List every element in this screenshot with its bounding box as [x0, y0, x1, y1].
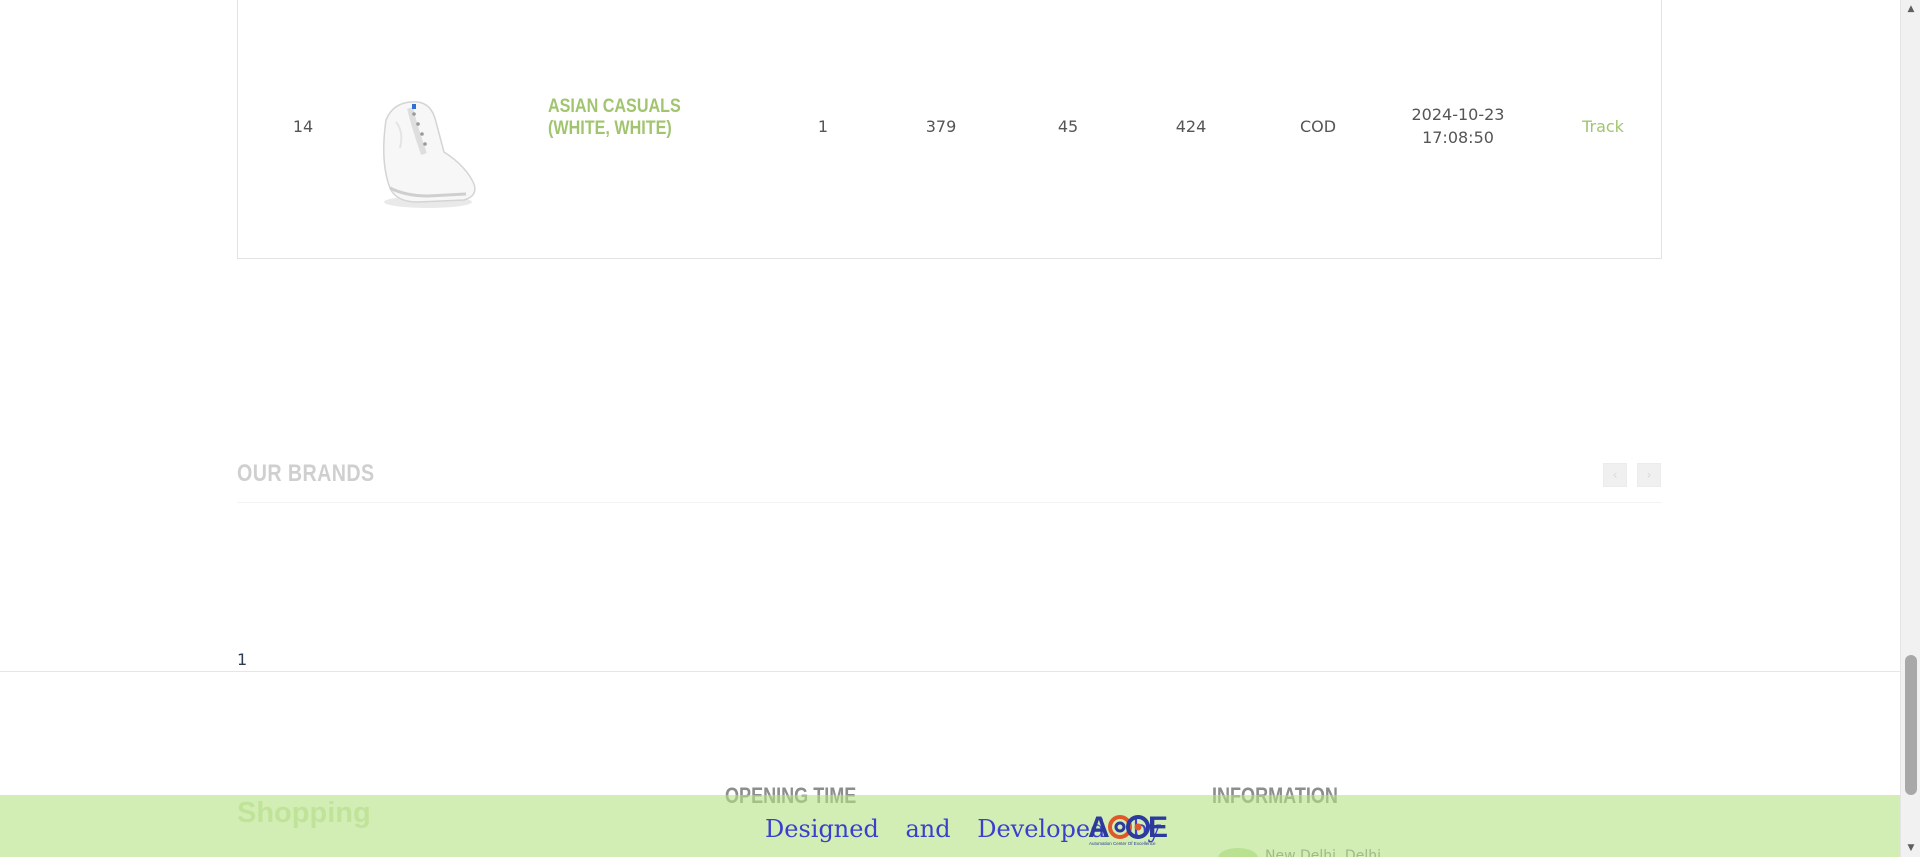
scrollbar-thumb[interactable] [1905, 655, 1917, 795]
brands-divider [237, 502, 1662, 503]
scroll-down-arrow-icon[interactable]: ▼ [1906, 843, 1916, 853]
footer-brand: Shopping [237, 797, 371, 829]
product-name-link[interactable]: ASIAN CASUALS (WHITE, WHITE) [548, 96, 744, 140]
acoe-logo-subtext: Automation Center Of Excellence [1089, 841, 1156, 846]
chevron-left-icon: ‹ [1612, 468, 1618, 482]
brands-next-button[interactable]: › [1637, 463, 1661, 487]
brands-heading: OUR BRANDS [237, 460, 375, 487]
order-shipping: 45 [1057, 117, 1079, 136]
chevron-right-icon: › [1646, 468, 1652, 482]
track-order-link[interactable]: Track [1568, 115, 1638, 138]
order-price: 379 [925, 117, 957, 136]
brands-prev-button[interactable]: ‹ [1603, 463, 1627, 487]
acoe-logo[interactable]: A E Automation Center Of Excellence [1088, 810, 1170, 846]
acoe-logo-letter-e: E [1148, 811, 1168, 844]
order-datetime: 2024-10-23 17:08:50 [1398, 103, 1518, 149]
order-time: 17:08:50 [1422, 128, 1494, 147]
order-date: 2024-10-23 [1411, 105, 1505, 124]
scroll-up-arrow-icon[interactable]: ▲ [1906, 4, 1916, 14]
footer-divider [0, 671, 1900, 672]
order-serial-number: 14 [292, 117, 314, 136]
page-scrollbar[interactable]: ▲ ▼ [1900, 0, 1920, 857]
order-total: 424 [1175, 117, 1207, 136]
acoe-logo-letter-a: A [1088, 811, 1110, 844]
footer-address: New Delhi, Delhi [1265, 848, 1381, 857]
product-image[interactable] [366, 92, 486, 214]
order-table: 14 ASIAN CASUALS (WHITE, WHITE) 1 379 45… [237, 0, 1662, 259]
order-quantity: 1 [817, 117, 829, 136]
order-payment-method: COD [1299, 117, 1337, 136]
pagination-page[interactable]: 1 [237, 650, 247, 669]
table-row: 14 ASIAN CASUALS (WHITE, WHITE) 1 379 45… [238, 0, 1661, 258]
